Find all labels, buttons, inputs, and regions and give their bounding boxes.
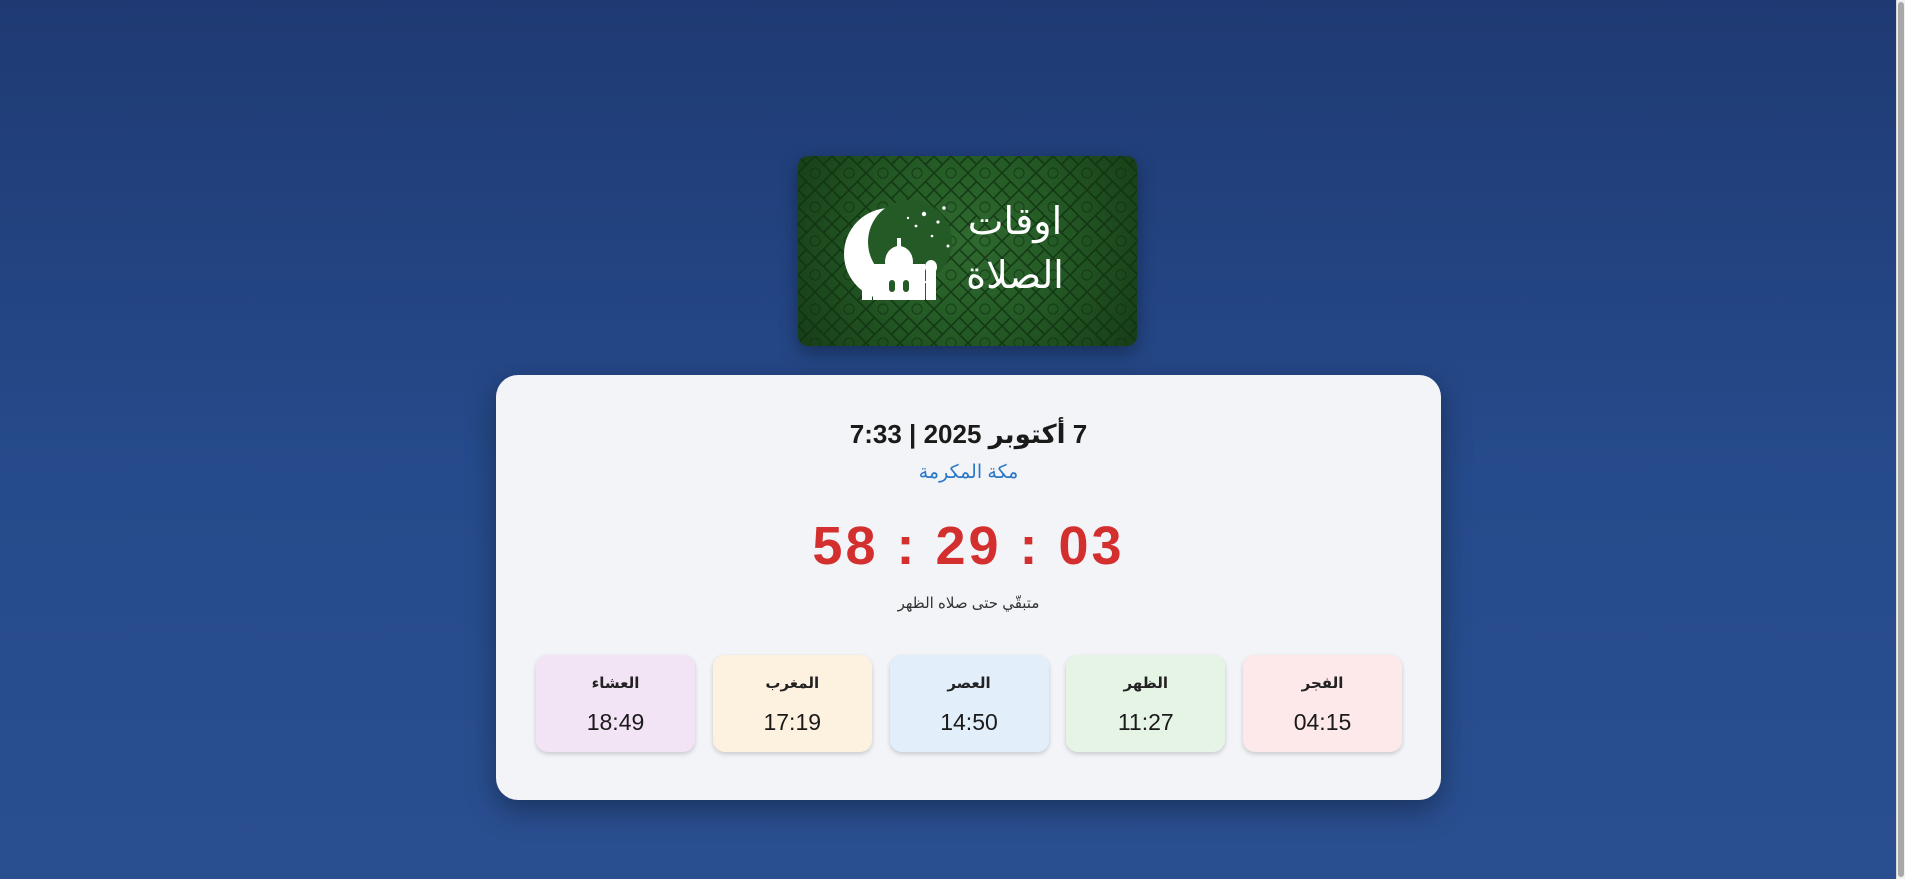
prayer-card-maghrib: المغرب 17:19 (712, 655, 872, 752)
prayer-time: 11:27 (1117, 709, 1174, 735)
prayer-card-fajr: الفجر 04:15 (1243, 655, 1402, 752)
prayer-list: الفجر 04:15 الظهر 11:27 العصر 14:50 المغ… (536, 655, 1402, 752)
prayer-time: 18:49 (586, 709, 645, 735)
countdown-label: متبقّي حتى صلاه الظهر (897, 595, 1040, 612)
prayer-card-dhuhr: الظهر 11:27 (1066, 655, 1226, 752)
page-scrollbar[interactable] (1896, 0, 1905, 879)
prayer-name: الظهر (1123, 675, 1169, 692)
city-name: مكة المكرمة (918, 462, 1019, 483)
countdown-timer: 58 : 29 : 03 (812, 516, 1125, 576)
prayer-name: العشاء (591, 675, 640, 692)
prayer-card-asr: العصر 14:50 (889, 655, 1049, 752)
logo-title-line2: الصلاة (966, 253, 1064, 297)
prayer-time: 04:15 (1293, 709, 1352, 735)
prayer-name: العصر (947, 675, 991, 692)
prayer-times-logo: اوقات الصلاة (798, 156, 1137, 346)
logo-title-line1: اوقات (967, 199, 1063, 243)
prayer-time: 14:50 (940, 709, 998, 735)
scrollbar-thumb[interactable] (1898, 2, 1904, 877)
prayer-card-isha: العشاء 18:49 (536, 655, 695, 752)
prayer-time: 17:19 (763, 709, 822, 735)
current-date-time: 7 أكتوبر 2025 | 7:33 (849, 419, 1088, 449)
prayer-name: الفجر (1301, 675, 1344, 692)
crescent-mosque-icon (798, 156, 1137, 346)
prayer-name: المغرب (765, 675, 820, 692)
prayer-times-card: 7 أكتوبر 2025 | 7:33 مكة المكرمة 58 : 29… (496, 375, 1441, 800)
